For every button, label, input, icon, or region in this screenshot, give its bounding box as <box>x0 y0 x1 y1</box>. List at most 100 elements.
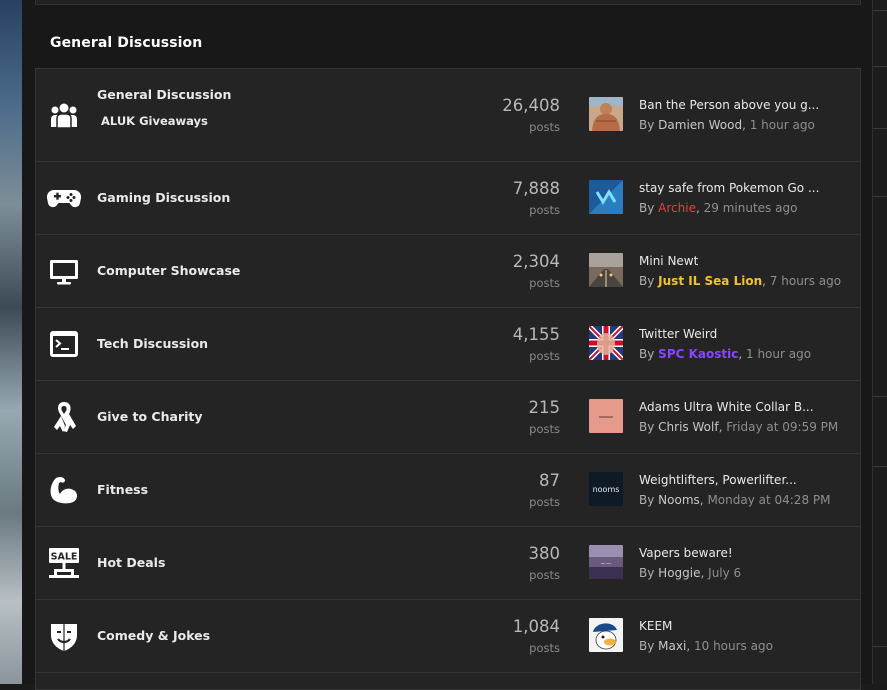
subforum-link[interactable]: ALUK Giveaways <box>101 114 208 128</box>
username[interactable]: Hoggie <box>658 566 700 580</box>
separator: , <box>699 493 704 507</box>
sidebar-divider <box>873 646 887 647</box>
latest-post-meta: By Maxi, 10 hours ago <box>639 639 773 653</box>
post-count: 87 <box>539 471 560 490</box>
post-count-label: posts <box>529 495 560 509</box>
avatar[interactable] <box>589 180 623 214</box>
forum-row: Gaming Discussion 7,888 posts stay safe … <box>36 162 860 235</box>
post-count-label: posts <box>529 120 560 134</box>
username[interactable]: Damien Wood <box>658 118 742 132</box>
timestamp: 1 hour ago <box>749 118 815 132</box>
timestamp: 7 hours ago <box>769 274 842 288</box>
latest-thread-title[interactable]: stay safe from Pokemon Go ... <box>639 181 819 195</box>
sale-text: SALE <box>51 552 78 563</box>
post-count: 2,304 <box>512 252 560 271</box>
latest-thread-title[interactable]: Vapers beware! <box>639 546 733 560</box>
separator: , <box>738 347 743 361</box>
sidebar-divider <box>873 128 887 129</box>
post-count: 26,408 <box>502 96 560 115</box>
avatar[interactable]: ~~ <box>589 545 623 579</box>
by-label: By <box>639 420 655 434</box>
avatar[interactable] <box>589 253 623 287</box>
sale-sign-icon[interactable]: SALE <box>46 545 82 581</box>
monitor-icon[interactable] <box>46 253 82 289</box>
forum-name[interactable]: Gaming Discussion <box>97 190 230 205</box>
latest-thread-title[interactable]: Weightlifters, Powerlifter... <box>639 473 797 487</box>
forum-row: General Discussion ALUK Giveaways 26,408… <box>36 69 860 162</box>
bicep-icon[interactable] <box>46 472 82 508</box>
timestamp: Monday at 04:28 PM <box>707 493 831 507</box>
forum-list: General Discussion ALUK Giveaways 26,408… <box>35 68 861 690</box>
svg-text:~~: ~~ <box>600 560 612 568</box>
username[interactable]: Archie <box>658 201 696 215</box>
sidebar-divider <box>873 466 887 467</box>
avatar[interactable]: nooms <box>589 472 623 506</box>
post-count-label: posts <box>529 276 560 290</box>
forum-name[interactable]: General Discussion <box>97 87 231 102</box>
post-count-label: posts <box>529 203 560 217</box>
ribbon-icon[interactable] <box>46 399 82 435</box>
by-label: By <box>639 118 655 132</box>
latest-post-meta: By Nooms, Monday at 04:28 PM <box>639 493 830 507</box>
theater-mask-icon[interactable] <box>46 618 82 654</box>
forum-row: Comedy & Jokes 1,084 posts KEEM By Maxi,… <box>36 600 860 673</box>
forum-name[interactable]: Fitness <box>97 482 148 497</box>
latest-thread-title[interactable]: KEEM <box>639 619 672 633</box>
sidebar-divider <box>873 196 887 197</box>
forum-row: Give to Charity 215 posts Adams Ultra Wh… <box>36 381 860 454</box>
background-wallpaper <box>0 0 22 684</box>
by-label: By <box>639 347 655 361</box>
timestamp: 29 minutes ago <box>703 201 798 215</box>
separator: , <box>700 566 705 580</box>
separator: , <box>718 420 723 434</box>
sidebar-divider <box>873 396 887 397</box>
separator: , <box>695 201 700 215</box>
avatar[interactable] <box>589 326 623 360</box>
latest-post-meta: By Damien Wood, 1 hour ago <box>639 118 815 132</box>
latest-thread-title[interactable]: Mini Newt <box>639 254 698 268</box>
username[interactable]: Maxi <box>658 639 686 653</box>
post-count-label: posts <box>529 641 560 655</box>
section-title[interactable]: General Discussion <box>50 35 202 51</box>
forum-row: SALE Hot Deals 380 posts ~~ Vapers bewar… <box>36 527 860 600</box>
username[interactable]: SPC Kaostic <box>658 347 738 361</box>
username[interactable]: Nooms <box>658 493 700 507</box>
avatar[interactable] <box>589 97 623 131</box>
post-count-label: posts <box>529 422 560 436</box>
terminal-icon[interactable] <box>46 326 82 362</box>
gamepad-icon[interactable] <box>46 180 82 216</box>
post-count: 7,888 <box>512 179 560 198</box>
latest-thread-title[interactable]: Ban the Person above you g... <box>639 98 819 112</box>
timestamp: July 6 <box>708 566 742 580</box>
latest-post-meta: By Chris Wolf, Friday at 09:59 PM <box>639 420 838 434</box>
by-label: By <box>639 639 655 653</box>
latest-post-meta: By Archie, 29 minutes ago <box>639 201 797 215</box>
avatar[interactable] <box>589 618 623 652</box>
latest-post-meta: By Just IL Sea Lion, 7 hours ago <box>639 274 841 288</box>
latest-thread-title[interactable]: Twitter Weird <box>639 327 717 341</box>
post-count: 1,084 <box>512 617 560 636</box>
users-group-icon[interactable] <box>46 97 82 133</box>
post-count: 215 <box>528 398 561 417</box>
by-label: By <box>639 493 655 507</box>
post-count: 380 <box>528 544 561 563</box>
username[interactable]: Chris Wolf <box>658 420 718 434</box>
post-count-label: posts <box>529 349 560 363</box>
timestamp: 1 hour ago <box>746 347 812 361</box>
latest-post-meta: By SPC Kaostic, 1 hour ago <box>639 347 811 361</box>
avatar[interactable] <box>589 399 623 433</box>
forum-name[interactable]: Hot Deals <box>97 555 165 570</box>
forum-name[interactable]: Computer Showcase <box>97 263 240 278</box>
forum-name[interactable]: Give to Charity <box>97 409 203 424</box>
by-label: By <box>639 201 655 215</box>
by-label: By <box>639 274 655 288</box>
latest-thread-title[interactable]: Adams Ultra White Collar B... <box>639 400 814 414</box>
latest-post-meta: By Hoggie, July 6 <box>639 566 741 580</box>
forum-row: Computer Showcase 2,304 posts Mini Newt … <box>36 235 860 308</box>
post-count-label: posts <box>529 568 560 582</box>
by-label: By <box>639 566 655 580</box>
forum-name[interactable]: Tech Discussion <box>97 336 208 351</box>
username[interactable]: Just IL Sea Lion <box>658 274 762 288</box>
forum-name[interactable]: Comedy & Jokes <box>97 628 210 643</box>
timestamp: Friday at 09:59 PM <box>726 420 839 434</box>
